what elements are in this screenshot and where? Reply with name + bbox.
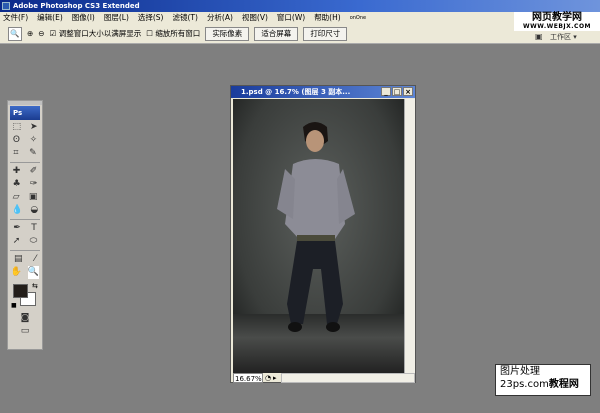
dodge-tool-icon[interactable]: ◒ [30,204,38,217]
watermark-top: 网页教学网 WWW.WEBJX.COM [514,12,600,31]
menu-view[interactable]: 视图(V) [242,12,268,24]
healing-brush-icon[interactable]: ✚ [13,165,21,178]
swap-colors-icon[interactable]: ⇆ [32,282,38,290]
default-colors-icon[interactable]: ■ [11,302,17,309]
menu-filter[interactable]: 滤镜(T) [173,12,198,24]
menu-file[interactable]: 文件(F) [3,12,28,24]
marquee-tool-icon[interactable]: ⬚ [12,121,21,134]
magic-wand-icon[interactable]: ✧ [30,134,38,147]
lasso-tool-icon[interactable]: ʘ [13,134,20,147]
menu-edit[interactable]: 编辑(E) [37,12,63,24]
gradient-tool-icon[interactable]: ▣ [29,191,38,204]
status-bar: 16.67% ◔ ▸ [233,373,415,383]
menu-select[interactable]: 选择(S) [138,12,164,24]
menu-onone[interactable]: onOne [350,12,366,24]
clone-stamp-icon[interactable]: ♣ [13,178,21,191]
hand-tool-icon[interactable]: ✋ [11,266,22,279]
brush-tool-icon[interactable]: ✐ [30,165,38,178]
zoom-all-checkbox[interactable]: ☐ 缩放所有窗口 [146,28,200,39]
maximize-icon[interactable]: □ [392,87,402,96]
menu-bar: 文件(F) 编辑(E) 图像(I) 图层(L) 选择(S) 滤镜(T) 分析(A… [0,12,600,24]
watermark-url: WWW.WEBJX.COM [522,23,592,30]
watermark-line3: 教程网 [548,379,579,390]
type-tool-icon[interactable]: T [31,222,37,235]
ps-app-icon [2,2,10,10]
ps-logo: Ps [10,106,40,120]
document-title: 1.psd @ 16.7% (图层 3 副本... [241,88,351,96]
watermark-title: 网页教学网 [532,12,582,23]
pen-tool-icon[interactable]: ✒ [13,222,21,235]
menu-image[interactable]: 图像(I) [72,12,95,24]
watermark-bottom: 图片处理 23ps.com教程网 [495,364,591,396]
foreground-color-swatch[interactable] [13,284,28,298]
path-select-icon[interactable]: ➚ [13,235,21,248]
close-icon[interactable]: × [403,87,413,96]
eyedropper-icon[interactable]: ⁄ [34,253,36,266]
vertical-scrollbar[interactable] [404,99,415,373]
menu-help[interactable]: 帮助(H) [314,12,341,24]
fit-screen-button[interactable]: 适合屏幕 [254,26,299,41]
resize-label: 调整窗口大小以满屏显示 [58,29,142,38]
bridge-icon[interactable]: ▣ [535,32,543,42]
quick-mask-icon[interactable]: ◙ [21,312,30,325]
status-menu-arrow-icon[interactable]: ▸ [273,373,281,383]
watermark-line2: 23ps.com [500,379,549,390]
app-title: Adobe Photoshop CS3 Extended [13,2,140,10]
menu-analysis[interactable]: 分析(A) [207,12,233,24]
minimize-icon[interactable]: _ [381,87,391,96]
history-brush-icon[interactable]: ✑ [30,178,38,191]
actual-pixels-button[interactable]: 实际像素 [205,26,250,41]
document-title-bar[interactable]: 1.psd @ 16.7% (图层 3 副本... _ □ × [231,86,415,98]
zoom-all-label: 缩放所有窗口 [155,29,201,38]
zoom-tool-preset-icon[interactable]: 🔍 [8,26,22,41]
blur-tool-icon[interactable]: 💧 [12,204,23,217]
menu-layer[interactable]: 图层(L) [104,12,129,24]
toolbox-grip[interactable] [8,101,42,105]
resize-windows-checkbox[interactable]: ☑ 调整窗口大小以满屏显示 [50,28,142,39]
status-info-icon[interactable]: ◔ [263,373,273,383]
print-size-button[interactable]: 打印尺寸 [303,26,348,41]
document-window: 1.psd @ 16.7% (图层 3 副本... _ □ × 16.67% ◔ ▸ [230,85,416,383]
toolbox: Ps ⬚ ➤ ʘ ✧ ⌗ ✎ ✚ ✐ ♣ ✑ ▱ ▣ 💧 ◒ ✒ T ➚ ⬭ ▤ ⁄ ✋ 🔍 ⇆ ■ … [7,100,43,350]
zoom-tool-icon[interactable]: 🔍 [27,266,40,279]
watermark-line1: 图片处理 [500,366,540,377]
eraser-icon[interactable]: ▱ [13,191,20,204]
slice-tool-icon[interactable]: ✎ [29,147,37,160]
title-bar: Adobe Photoshop CS3 Extended [0,0,600,12]
workspace-dropdown[interactable]: 工作区 ▾ [548,32,579,42]
notes-tool-icon[interactable]: ▤ [14,253,23,266]
screen-mode-icon[interactable]: ▭ [21,325,30,338]
move-tool-icon[interactable]: ➤ [30,121,38,134]
zoom-in-icon[interactable]: ⊕ [27,29,33,38]
zoom-out-icon[interactable]: ⊖ [38,29,44,38]
options-bar: 🔍 ⊕ ⊖ ☑ 调整窗口大小以满屏显示 ☐ 缩放所有窗口 实际像素 适合屏幕 打印… [0,24,600,44]
crop-tool-icon[interactable]: ⌗ [13,147,18,160]
horizontal-scrollbar[interactable] [281,373,415,383]
menu-window[interactable]: 窗口(W) [277,12,305,24]
canvas-image[interactable] [233,99,404,373]
zoom-level-field[interactable]: 16.67% [233,373,263,383]
shape-tool-icon[interactable]: ⬭ [30,235,38,248]
